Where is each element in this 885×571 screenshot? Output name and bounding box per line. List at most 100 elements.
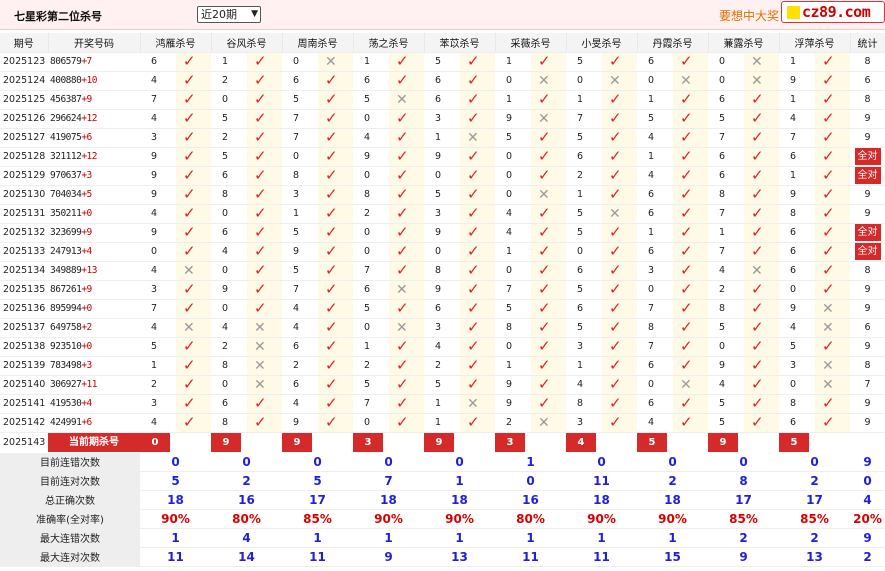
check-icon: ✓ (751, 337, 764, 355)
draw-digits: 350211 (50, 208, 82, 219)
kill-result: ✓ (389, 223, 424, 243)
kill-result: ✕ (531, 71, 566, 91)
check-icon: ✓ (538, 394, 551, 412)
issue-number: 2025128 (0, 147, 48, 167)
stat-value: 9 (864, 132, 871, 143)
kill-result: ✓ (247, 280, 282, 300)
kill-result: ✓ (744, 90, 779, 110)
check-icon: ✓ (325, 394, 338, 412)
draw-digits: 895994 (50, 303, 82, 314)
kill-value: 0 (424, 166, 460, 186)
check-icon: ✓ (254, 413, 267, 431)
check-icon: ✓ (183, 71, 196, 89)
kill-value: 6 (424, 71, 460, 91)
check-icon: ✓ (609, 356, 622, 374)
kill-value: 0 (708, 337, 744, 357)
kill-result: ✕ (531, 185, 566, 205)
current-kill-value: 3 (495, 432, 525, 451)
stat-value: 9 (864, 303, 871, 314)
kill-value: 9 (424, 223, 460, 243)
check-icon: ✓ (467, 299, 480, 317)
draw-diff: +13 (81, 265, 97, 276)
check-icon: ✓ (325, 318, 338, 336)
kill-value: 1 (353, 52, 389, 72)
kill-result: ✓ (389, 71, 424, 91)
kill-value: 7 (708, 204, 744, 224)
kill-value: 1 (779, 52, 815, 72)
stat-value: 4 (211, 528, 282, 548)
kill-value: 5 (495, 128, 531, 148)
kill-value: 4 (708, 261, 744, 281)
kill-value: 5 (211, 147, 247, 167)
kill-value: 6 (211, 394, 247, 414)
row-stat: 9 (850, 299, 885, 319)
kill-result: ✕ (247, 318, 282, 338)
stat-value: 1 (140, 528, 211, 548)
kill-result: ✓ (602, 318, 637, 338)
stat-value: 9 (864, 341, 871, 352)
cross-icon: ✕ (183, 319, 195, 336)
stat-value: 8 (864, 360, 871, 371)
kill-value: 6 (779, 223, 815, 243)
stat-value: 11 (140, 547, 211, 567)
kill-result: ✓ (531, 242, 566, 262)
row-stat: 9 (850, 128, 885, 148)
kill-result: ✓ (602, 394, 637, 414)
check-icon: ✓ (183, 223, 196, 241)
kill-value: 1 (637, 147, 673, 167)
check-icon: ✓ (538, 128, 551, 146)
kill-result: ✓ (247, 90, 282, 110)
check-icon: ✓ (183, 280, 196, 298)
promo-text[interactable]: 要想中大奖 (719, 7, 779, 24)
check-icon: ✓ (680, 261, 693, 279)
draw-diff: +7 (81, 56, 92, 67)
kill-result: ✓ (602, 356, 637, 376)
all-correct-badge: 全对 (854, 224, 881, 241)
kill-value: 9 (140, 185, 176, 205)
check-icon: ✓ (254, 147, 267, 165)
check-icon: ✓ (680, 299, 693, 317)
stat-value: 90% (140, 509, 211, 529)
kill-value: 5 (353, 90, 389, 110)
stat-value: 4 (850, 490, 885, 510)
kill-result: ✓ (389, 185, 424, 205)
check-icon: ✓ (751, 375, 764, 393)
kill-value: 3 (424, 204, 460, 224)
check-icon: ✓ (467, 261, 480, 279)
check-icon: ✓ (822, 109, 835, 127)
kill-value: 8 (353, 185, 389, 205)
kill-result: ✓ (176, 356, 211, 376)
kill-result: ✓ (176, 128, 211, 148)
kill-value: 0 (282, 147, 318, 167)
kill-result: ✓ (460, 71, 495, 91)
kill-value: 6 (708, 90, 744, 110)
kill-result: ✓ (744, 337, 779, 357)
kill-result: ✓ (815, 90, 850, 110)
kill-value: 5 (566, 128, 602, 148)
stat-value: 13 (779, 547, 850, 567)
kill-value: 4 (779, 109, 815, 129)
kill-value: 6 (566, 261, 602, 281)
check-icon: ✓ (467, 204, 480, 222)
kill-value: 4 (140, 71, 176, 91)
kill-value: 6 (779, 242, 815, 262)
stat-value: 80% (211, 509, 282, 529)
issue-number: 2025136 (0, 299, 48, 319)
period-select[interactable]: 近20期 ▼ (197, 6, 261, 23)
kill-value: 8 (566, 394, 602, 414)
kill-value: 9 (708, 356, 744, 376)
draw-numbers: 400880+10 (48, 71, 140, 91)
kill-result: ✕ (247, 375, 282, 395)
kill-result: ✓ (247, 109, 282, 129)
kill-result: ✕ (673, 375, 708, 395)
kill-result: ✓ (673, 185, 708, 205)
check-icon: ✓ (254, 204, 267, 222)
site-logo[interactable]: cz89.com (781, 1, 885, 23)
issue-number: 2025138 (0, 337, 48, 357)
column-header: 统计 (850, 33, 885, 53)
draw-diff: +6 (81, 132, 92, 143)
check-icon: ✓ (183, 375, 196, 393)
cross-icon: ✕ (822, 376, 834, 393)
current-kill-cell: 9 (211, 432, 282, 453)
kill-result: ✓ (247, 223, 282, 243)
